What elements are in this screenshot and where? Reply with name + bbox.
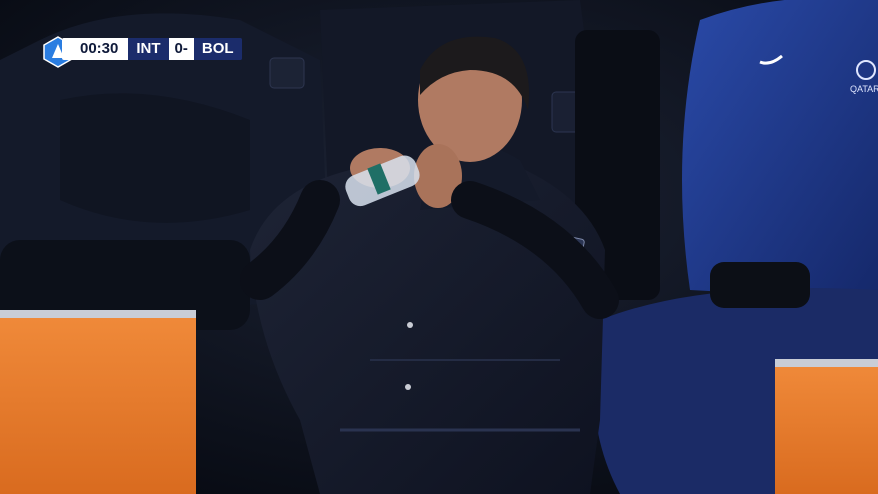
glove — [710, 262, 810, 308]
broadcast-frame: QATAR 00:30 INT 0- BOL — [0, 0, 878, 494]
home-team: INT — [128, 38, 169, 60]
scene-illustration: QATAR — [0, 0, 878, 494]
ad-board-left — [0, 313, 196, 494]
score: 0-0 — [168, 38, 194, 60]
match-clock: 00:30 — [62, 38, 129, 60]
away-team: BOL — [193, 38, 242, 60]
qatar-airways-logo: QATAR — [850, 84, 878, 94]
ad-board-right — [775, 362, 878, 494]
scorebug-bar: 00:30 INT 0-0 BOL — [62, 38, 242, 60]
